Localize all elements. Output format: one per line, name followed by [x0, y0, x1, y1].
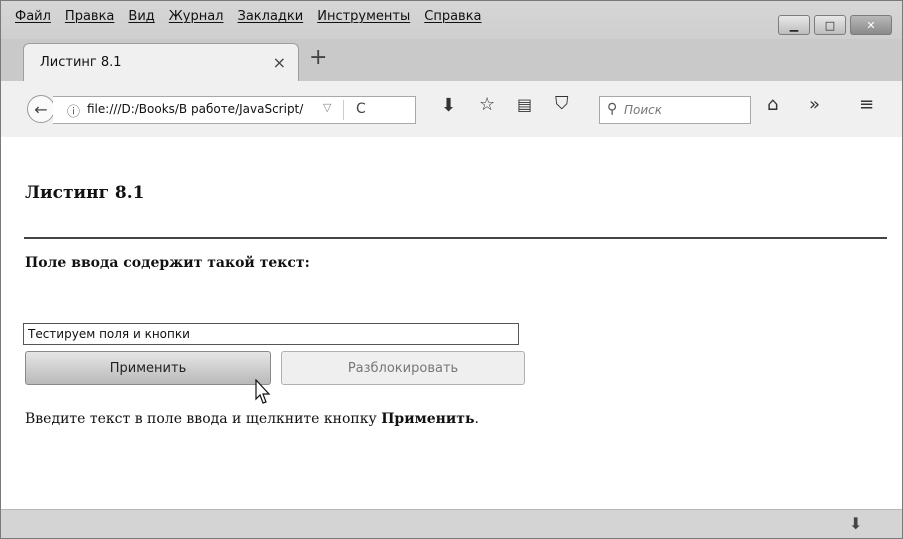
minimize-button[interactable]: ▁: [778, 15, 810, 35]
menu-tools[interactable]: Инструменты: [317, 9, 410, 24]
search-icon: ⚲: [607, 101, 618, 117]
menu-help[interactable]: Справка: [424, 9, 481, 24]
status-download-icon[interactable]: ⬇: [849, 514, 862, 533]
back-arrow-icon: ←: [34, 99, 48, 119]
instruction-text: Введите текст в поле ввода и щелкните кн…: [25, 411, 479, 427]
reading-list-icon[interactable]: ▤: [517, 95, 532, 114]
menu-bookmarks[interactable]: Закладки: [238, 9, 304, 24]
close-icon: ✕: [866, 18, 876, 32]
pocket-icon[interactable]: ⛉: [555, 93, 569, 114]
dropdown-icon[interactable]: ▽: [323, 101, 331, 114]
back-button[interactable]: ←: [27, 95, 55, 123]
download-icon[interactable]: ⬇: [441, 95, 456, 116]
window-controls: ▁ □ ✕: [778, 15, 892, 35]
menu-icon[interactable]: ≡: [859, 94, 874, 115]
hint-suffix: .: [474, 411, 479, 427]
field-label: Поле ввода содержит такой текст:: [25, 255, 310, 271]
menu-file[interactable]: Файл: [15, 9, 51, 24]
tab-listing[interactable]: Листинг 8.1 ×: [23, 43, 299, 82]
navigation-toolbar: ← ⓘ file:///D:/Books/В работе/JavaScript…: [1, 81, 902, 138]
info-icon[interactable]: ⓘ: [67, 101, 80, 120]
menu-items: Файл Правка Вид Журнал Закладки Инструме…: [15, 9, 482, 24]
search-input[interactable]: ⚲ Поиск: [599, 96, 751, 124]
divider: [24, 237, 887, 239]
address-bar[interactable]: ⓘ file:///D:/Books/В работе/JavaScript/ …: [53, 96, 416, 124]
hint-prefix: Введите текст в поле ввода и щелкните кн…: [25, 411, 382, 427]
unlock-button[interactable]: Разблокировать: [281, 351, 525, 385]
menubar: Файл Правка Вид Журнал Закладки Инструме…: [1, 1, 902, 39]
search-placeholder: Поиск: [624, 103, 663, 117]
page-content: Листинг 8.1 Поле ввода содержит такой те…: [1, 137, 902, 509]
maximize-icon: □: [824, 18, 836, 32]
tab-close-icon[interactable]: ×: [273, 53, 286, 72]
urlbar-separator: [343, 100, 344, 120]
minimize-icon: ▁: [789, 18, 799, 32]
maximize-button[interactable]: □: [814, 15, 846, 35]
menu-history[interactable]: Журнал: [169, 9, 224, 24]
tab-title: Листинг 8.1: [40, 55, 122, 70]
star-icon[interactable]: ☆: [479, 94, 495, 115]
status-bar: ⬇: [1, 509, 902, 538]
url-text: file:///D:/Books/В работе/JavaScript/: [87, 102, 304, 116]
menu-edit[interactable]: Правка: [65, 9, 114, 24]
page-heading: Листинг 8.1: [25, 183, 145, 203]
overflow-icon[interactable]: »: [809, 94, 820, 115]
apply-button[interactable]: Применить: [25, 351, 271, 385]
mouse-cursor-icon: [255, 379, 271, 404]
home-icon[interactable]: ⌂: [767, 94, 778, 115]
menu-view[interactable]: Вид: [128, 9, 154, 24]
new-tab-button[interactable]: +: [309, 45, 327, 70]
reload-icon[interactable]: C: [356, 101, 366, 117]
browser-window: Файл Правка Вид Журнал Закладки Инструме…: [0, 0, 903, 539]
close-window-button[interactable]: ✕: [850, 15, 892, 35]
hint-bold: Применить: [381, 411, 475, 427]
text-input[interactable]: [23, 323, 519, 345]
tab-strip: Листинг 8.1 ×: [1, 39, 902, 82]
